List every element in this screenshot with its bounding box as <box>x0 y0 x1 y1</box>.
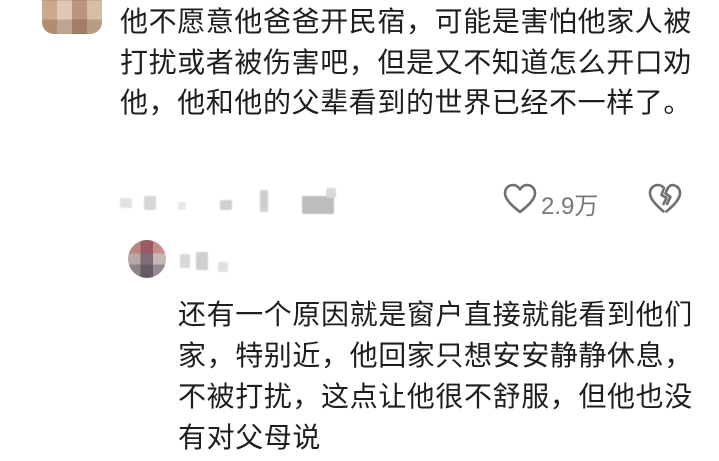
reply-username-blurred[interactable] <box>178 248 248 274</box>
comment-meta-blurred <box>120 186 380 216</box>
commenter-avatar[interactable] <box>42 0 102 34</box>
like-count: 2.9万 <box>541 193 599 220</box>
reply-text: 还有一个原因就是窗户直接就能看到他们家，特别近，他回家只想安安静静休息，不被打扰… <box>178 298 693 454</box>
reply-avatar[interactable] <box>128 240 166 278</box>
heart-outline-icon[interactable] <box>503 183 537 215</box>
comment-text: 他不愿意他爸爸开民宿，可能是害怕他家人被打扰或者被伤害吧，但是又不知道怎么开口劝… <box>120 5 693 119</box>
broken-heart-icon[interactable] <box>648 183 682 215</box>
